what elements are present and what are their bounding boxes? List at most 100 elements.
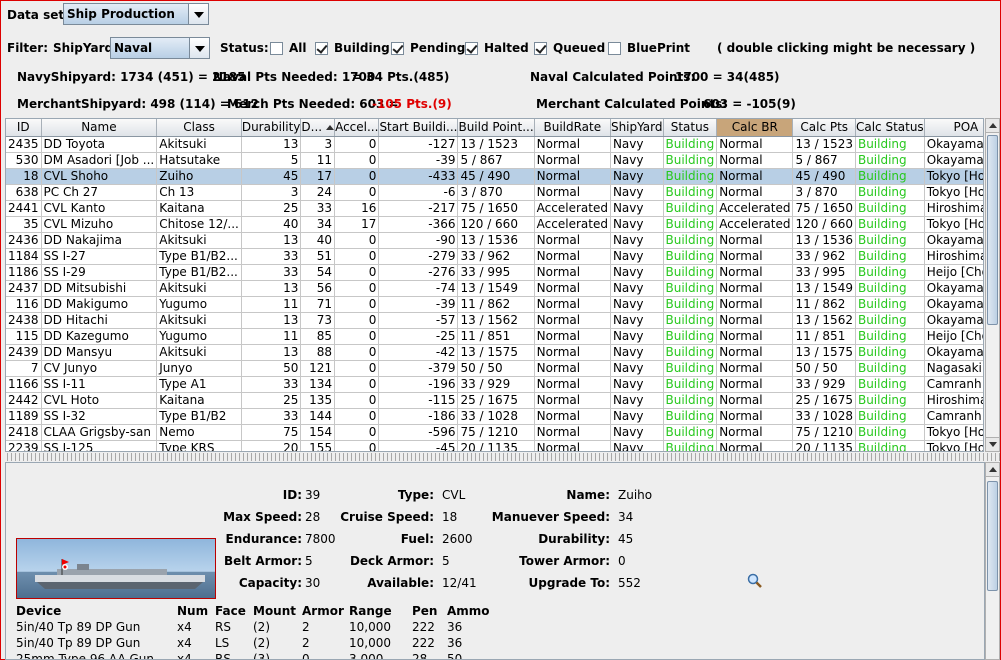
table-row[interactable]: 2438 DD Hitachi Akitsuki 13 73 0 -57 13 / 1562 N… — [6, 312, 983, 329]
checkbox-icon[interactable] — [315, 41, 328, 55]
column-header[interactable]: Calc Pts — [792, 119, 856, 137]
column-header[interactable]: Durability — [241, 119, 302, 137]
table-cell: Normal — [716, 440, 794, 451]
column-header[interactable]: Start Buildi... — [378, 119, 459, 137]
table-cell: Type B1/B2... — [156, 248, 242, 265]
table-header-row: ID Name Class Durability D... Accel... Start B… — [6, 119, 983, 137]
checkbox-icon[interactable] — [270, 41, 283, 55]
column-header[interactable]: D... — [300, 119, 336, 137]
device-cell: RS — [215, 620, 231, 634]
shipyard-value: Naval — [114, 41, 153, 55]
table-row[interactable]: 115 DD Kazegumo Yugumo 11 85 0 -25 11 / 851 Norm… — [6, 328, 983, 345]
sort-ascending-icon — [326, 125, 334, 131]
table-cell: Normal — [716, 296, 794, 313]
available-value: 12/41 — [442, 576, 477, 590]
table-row[interactable]: 1189 SS I-32 Type B1/B2 33 144 0 -186 33 / 1028… — [6, 408, 983, 425]
checkbox-queued[interactable]: Queued — [534, 41, 605, 55]
table-cell: Okayama [... — [924, 296, 983, 313]
table-cell: Building — [663, 424, 718, 441]
table-cell: -196 — [378, 376, 459, 393]
checkbox-building[interactable]: Building — [315, 41, 390, 55]
table-cell: 121 — [300, 360, 336, 377]
scroll-down-icon[interactable] — [986, 437, 999, 451]
column-header[interactable]: Calc Status — [855, 119, 925, 137]
table-row[interactable]: 2439 DD Mansyu Akitsuki 13 88 0 -42 13 / 1575 No… — [6, 344, 983, 361]
table-row[interactable]: 2436 DD Nakajima Akitsuki 13 40 0 -90 13 / 1536… — [6, 232, 983, 249]
table-row[interactable]: 2435 DD Toyota Akitsuki 13 3 0 -127 13 / 1523 No… — [6, 136, 983, 153]
table-row[interactable]: 1186 SS I-29 Type B1/B2... 33 54 0 -276 33 / 99… — [6, 264, 983, 281]
table-row[interactable]: 2441 CVL Kanto Kaitana 25 33 16 -217 75 / 1650 A… — [6, 200, 983, 217]
table-scrollbar[interactable] — [985, 118, 1000, 452]
scroll-up-icon[interactable] — [986, 463, 999, 477]
table-cell: 40 — [300, 232, 336, 249]
table-row[interactable]: 2442 CVL Hoto Kaitana 25 135 0 -115 25 / 1675 No… — [6, 392, 983, 409]
table-cell: 7 — [6, 360, 42, 377]
column-header[interactable]: ID — [6, 119, 42, 137]
table-cell: -433 — [378, 168, 459, 185]
column-header[interactable]: Status — [663, 119, 718, 137]
table-cell: 120 / 660 — [792, 216, 856, 233]
scrollbar-thumb[interactable] — [987, 135, 998, 325]
table-cell: Type KRS — [156, 440, 242, 451]
checkbox-icon[interactable] — [534, 41, 547, 55]
table-cell: 13 / 1536 — [457, 232, 535, 249]
table-row[interactable]: 1184 SS I-27 Type B1/B2... 33 51 0 -279 33 / 96… — [6, 248, 983, 265]
scrollbar-thumb[interactable] — [987, 481, 998, 591]
table-cell: 50 — [241, 360, 302, 377]
shipyard-combo[interactable]: Naval — [110, 37, 210, 59]
detail-scrollbar[interactable] — [985, 462, 1000, 660]
column-header[interactable]: BuildRate — [534, 119, 611, 137]
table-cell: 75 / 1650 — [792, 200, 856, 217]
magnifier-icon[interactable] — [747, 573, 763, 589]
table-row[interactable]: 2437 DD Mitsubishi Akitsuki 13 56 0 -74 13 / 15… — [6, 280, 983, 297]
table-row[interactable]: 35 CVL Mizuho Chitose 12/... 40 34 17 -366 120 … — [6, 216, 983, 233]
checkbox-blueprint[interactable]: BluePrint — [608, 41, 690, 55]
chevron-down-icon[interactable] — [189, 38, 209, 58]
table-cell: DD Makigumo — [41, 296, 158, 313]
dataset-combo[interactable]: Ship Production — [63, 3, 209, 25]
table-cell: Tokyo [Hon... — [924, 424, 983, 441]
chevron-down-icon[interactable] — [188, 4, 208, 24]
fuel-value: 2600 — [442, 532, 473, 546]
production-table[interactable]: ID Name Class Durability D... Accel... Start B… — [5, 118, 984, 452]
table-body: 2435 DD Toyota Akitsuki 13 3 0 -127 13 / 1523 No… — [6, 136, 983, 451]
checkbox-icon[interactable] — [608, 41, 621, 55]
table-row[interactable]: 530 DM Asadori [Job ... Hatsutake 5 11 0 -39 5 … — [6, 152, 983, 169]
table-cell: CVL Shoho — [41, 168, 158, 185]
table-cell: Normal — [534, 392, 611, 409]
table-row[interactable]: 18 CVL Shoho Zuiho 45 17 0 -433 45 / 490 Normal N… — [6, 168, 983, 185]
table-row[interactable]: 1166 SS I-11 Type A1 33 134 0 -196 33 / 929 Norm… — [6, 376, 983, 393]
table-cell: 33 — [241, 408, 302, 425]
checkbox-all[interactable]: All — [270, 41, 307, 55]
table-cell: Normal — [534, 296, 611, 313]
checkbox-icon[interactable] — [391, 41, 404, 55]
column-header[interactable]: Accel... — [334, 119, 380, 137]
column-header[interactable]: Class — [156, 119, 242, 137]
table-cell: Building — [855, 200, 925, 217]
table-cell: Heijo [Cho... — [924, 264, 983, 281]
column-header[interactable]: POA — [924, 119, 983, 137]
column-header[interactable]: Name — [41, 119, 158, 137]
column-header[interactable]: ShipYard — [610, 119, 664, 137]
table-cell: -596 — [378, 424, 459, 441]
table-row[interactable]: 2239 SS I-125 Type KRS 20 155 0 -45 20 / 1135 No… — [6, 440, 983, 451]
column-header[interactable]: Calc BR — [716, 119, 794, 137]
table-cell: 50 / 50 — [792, 360, 856, 377]
id-value: 39 — [305, 488, 321, 502]
table-cell: -90 — [378, 232, 459, 249]
split-pane-divider[interactable] — [5, 453, 1000, 461]
column-header[interactable]: Build Point... — [457, 119, 535, 137]
checkbox-icon[interactable] — [465, 41, 478, 55]
table-cell: 33 / 962 — [792, 248, 856, 265]
table-row[interactable]: 638 PC Ch 27 Ch 13 3 24 0 -6 3 / 870 Normal Navy B… — [6, 184, 983, 201]
checkbox-pending[interactable]: Pending — [391, 41, 465, 55]
checkbox-halted[interactable]: Halted — [465, 41, 529, 55]
table-cell: Hiroshima/... — [924, 200, 983, 217]
table-cell: 5 / 867 — [457, 152, 535, 169]
table-row[interactable]: 7 CV Junyo Junyo 50 121 0 -379 50 / 50 Normal Nav… — [6, 360, 983, 377]
table-cell: 13 / 1536 — [792, 232, 856, 249]
scroll-up-icon[interactable] — [986, 119, 999, 133]
table-row[interactable]: 116 DD Makigumo Yugumo 11 71 0 -39 11 / 862 Norm… — [6, 296, 983, 313]
table-cell: Building — [855, 248, 925, 265]
table-row[interactable]: 2418 CLAA Grigsby-san Nemo 75 154 0 -596 75 / 1… — [6, 424, 983, 441]
